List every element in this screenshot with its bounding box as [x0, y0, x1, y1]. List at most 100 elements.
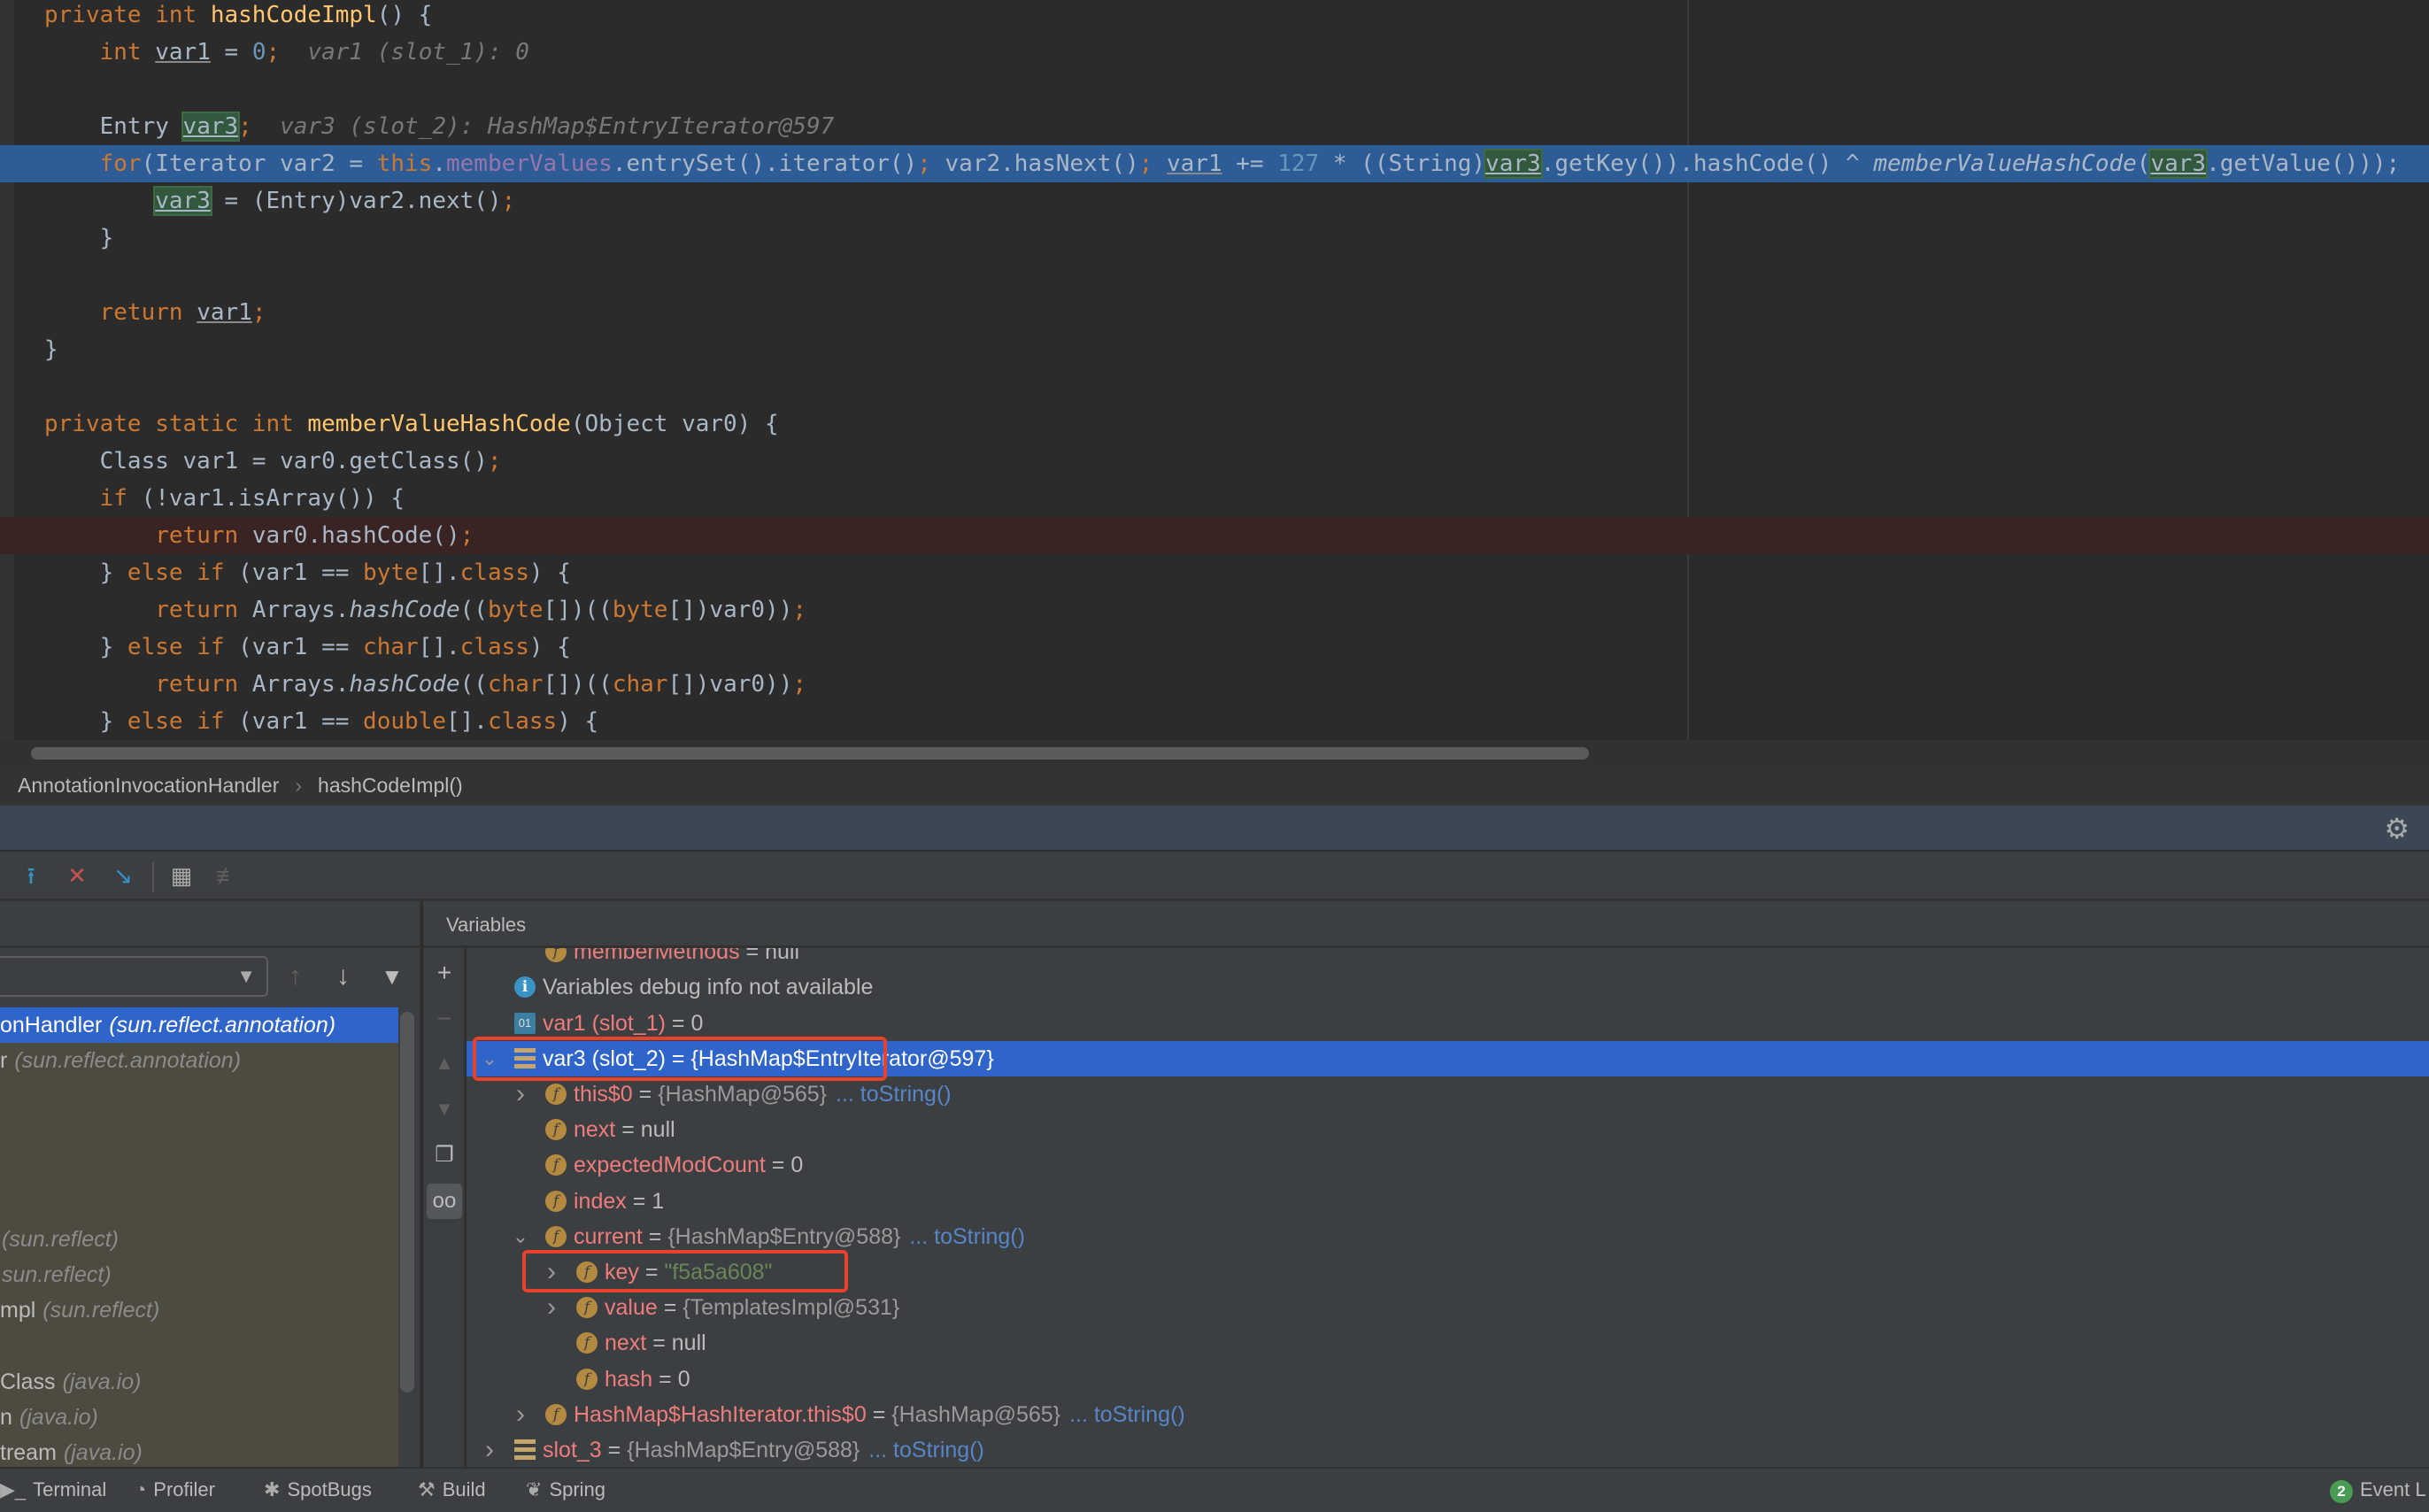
code-line-execution-point[interactable]: for(Iterator var2 = this.memberValues.en…	[0, 145, 2429, 182]
code-token: }	[44, 634, 127, 660]
variable-row[interactable]: f memberMethods = null	[467, 948, 2429, 969]
code-line[interactable]	[0, 368, 2429, 405]
event-log-label: Event L	[2360, 1478, 2426, 1500]
spring-tab[interactable]: ❦ Spring	[526, 1469, 605, 1511]
field-icon: f	[576, 1368, 598, 1390]
code-line[interactable]	[0, 257, 2429, 294]
code-token: ) {	[528, 634, 571, 660]
arrow-down-icon[interactable]: ↓	[336, 956, 350, 997]
variable-value: 0	[677, 1366, 690, 1392]
breadcrumb-class[interactable]: AnnotationInvocationHandler	[18, 774, 279, 797]
stack-frame[interactable]	[0, 1115, 398, 1150]
variable-row[interactable]: ⌄ f current = {HashMap$Entry@588} ... toStr…	[467, 1219, 2429, 1254]
breadcrumb-method[interactable]: hashCodeImpl()	[318, 774, 463, 797]
annotation-highlight-box	[522, 1250, 848, 1292]
step-out-icon[interactable]: ⭱	[16, 860, 46, 891]
run-to-cursor-icon[interactable]: ↘	[108, 860, 138, 891]
variable-value: 0	[690, 1010, 704, 1036]
chevron-right-icon[interactable]: ›	[510, 1076, 531, 1112]
variable-row[interactable]: › slot_3 = {HashMap$Entry@588} ... toStrin…	[467, 1432, 2429, 1467]
code-line[interactable]: return var1;	[0, 294, 2429, 331]
move-down-icon[interactable]: ▼	[427, 1092, 462, 1127]
stack-frame[interactable]: r (sun.reflect.annotation)	[0, 1043, 398, 1078]
variable-row[interactable]: f next = null	[467, 1325, 2429, 1361]
stack-frame[interactable]	[0, 1328, 398, 1363]
editor-horizontal-scrollbar[interactable]	[0, 740, 2429, 766]
code-line[interactable]: } else if (var1 == double[].class) {	[0, 703, 2429, 740]
stack-frame[interactable]: onHandler (sun.reflect.annotation)	[0, 1007, 398, 1043]
equals-sign: =	[646, 1331, 672, 1356]
variable-row[interactable]: f hash = 0	[467, 1362, 2429, 1397]
code-editor[interactable]: private int hashCodeImpl() { int var1 = …	[0, 0, 2429, 740]
variable-row[interactable]: › f value = {TemplatesImpl@531}	[467, 1290, 2429, 1325]
code-line[interactable]: Entry var3; var3 (slot_2): HashMap$Entry…	[0, 108, 2429, 145]
build-tab[interactable]: ⚒ Build	[418, 1469, 486, 1511]
remove-watch-icon[interactable]: −	[427, 1001, 462, 1037]
code-line[interactable]: Class var1 = var0.getClass();	[0, 443, 2429, 480]
code-token: (Iterator var2 =	[141, 150, 377, 177]
code-token: =	[210, 39, 252, 66]
move-up-icon[interactable]: ▲	[427, 1045, 462, 1081]
arrow-up-icon[interactable]: ↑	[289, 956, 302, 997]
code-line[interactable]: int var1 = 0; var1 (slot_1): 0	[0, 34, 2429, 71]
trace-stream-icon[interactable]: ≢	[212, 860, 243, 891]
code-line[interactable]: private int hashCodeImpl() {	[0, 0, 2429, 34]
scrollbar-thumb[interactable]	[31, 747, 1589, 760]
to-string-link[interactable]: ... toString()	[1069, 1402, 1185, 1427]
code-token: else if	[127, 634, 239, 660]
stack-frame[interactable]: n (java.io)	[0, 1400, 398, 1435]
status-bar: ▶_ Terminal ◔ Profiler ✱ SpotBugs ⚒ Build ❦ S…	[0, 1467, 2429, 1512]
spotbugs-tab[interactable]: ✱ SpotBugs	[264, 1469, 372, 1511]
stack-frame[interactable]	[0, 1079, 398, 1115]
to-string-link[interactable]: ... toString()	[909, 1224, 1025, 1249]
profiler-tab[interactable]: ◔ Profiler	[135, 1469, 215, 1511]
code-line[interactable]: }	[0, 220, 2429, 257]
variable-row[interactable]: f index = 1	[467, 1184, 2429, 1219]
code-line[interactable]: return Arrays.hashCode((char[])((char[])…	[0, 666, 2429, 703]
drop-frame-icon[interactable]: ✕	[62, 860, 92, 891]
code-line[interactable]: } else if (var1 == byte[].class) {	[0, 554, 2429, 591]
thread-dropdown[interactable]: ▼	[0, 956, 268, 997]
code-line[interactable]: private static int memberValueHashCode(O…	[0, 405, 2429, 443]
code-line-breakpoint[interactable]: return var0.hashCode();	[0, 517, 2429, 554]
variable-row[interactable]: i Variables debug info not available	[467, 969, 2429, 1005]
field-icon: f	[545, 948, 567, 963]
gear-icon[interactable]: ⚙	[2384, 814, 2410, 843]
variable-row[interactable]: › f HashMap$HashIterator.this$0 = {HashMap…	[467, 1397, 2429, 1432]
variable-row[interactable]: › f this$0 = {HashMap@565} ... toString()	[467, 1076, 2429, 1112]
add-watch-icon[interactable]: +	[427, 955, 462, 991]
terminal-label: Terminal	[33, 1478, 107, 1500]
stack-frame[interactable]: mpl (sun.reflect)	[0, 1292, 398, 1328]
variable-row[interactable]: f expectedModCount = 0	[467, 1147, 2429, 1183]
chevron-right-icon[interactable]: ›	[541, 1290, 562, 1325]
frames-scrollbar[interactable]	[400, 1012, 414, 1392]
stack-frame[interactable]: sun.reflect)	[0, 1257, 398, 1292]
code-line[interactable]: } else if (var1 == char[].class) {	[0, 629, 2429, 666]
code-line[interactable]	[0, 71, 2429, 108]
stack-frame[interactable]: Class (java.io)	[0, 1364, 398, 1400]
glasses-icon[interactable]: oo	[427, 1184, 462, 1219]
chevron-right-icon[interactable]: ›	[479, 1432, 500, 1467]
to-string-link[interactable]: ... toString()	[868, 1438, 984, 1462]
event-log-tab[interactable]: 2 Event L	[2330, 1469, 2426, 1511]
stack-frame[interactable]: tream (java.io)	[0, 1435, 398, 1470]
terminal-tab[interactable]: ▶_ Terminal	[0, 1469, 106, 1511]
code-line[interactable]: var3 = (Entry)var2.next();	[0, 182, 2429, 220]
chevron-down-icon[interactable]: ⌄	[510, 1219, 531, 1254]
copy-icon[interactable]: ❐	[427, 1138, 462, 1173]
code-line[interactable]: if (!var1.isArray()) {	[0, 480, 2429, 517]
variable-name: var1 (slot_1)	[543, 1010, 666, 1036]
stack-frame[interactable]	[0, 1150, 398, 1185]
code-line[interactable]: }	[0, 331, 2429, 368]
variable-row[interactable]: 01 var1 (slot_1) = 0	[467, 1006, 2429, 1041]
code-line[interactable]: return Arrays.hashCode((byte[])((byte[])…	[0, 591, 2429, 629]
stack-frame[interactable]	[0, 1185, 398, 1221]
variable-name: next	[574, 1117, 616, 1143]
evaluate-expression-icon[interactable]: ▦	[166, 860, 197, 891]
chevron-right-icon[interactable]: ›	[510, 1397, 531, 1432]
variables-header: Variables	[423, 901, 2429, 948]
stack-frame[interactable]: (sun.reflect)	[0, 1222, 398, 1257]
filter-icon[interactable]: ▼	[381, 956, 404, 997]
variable-row[interactable]: f next = null	[467, 1112, 2429, 1147]
to-string-link[interactable]: ... toString()	[836, 1082, 952, 1107]
